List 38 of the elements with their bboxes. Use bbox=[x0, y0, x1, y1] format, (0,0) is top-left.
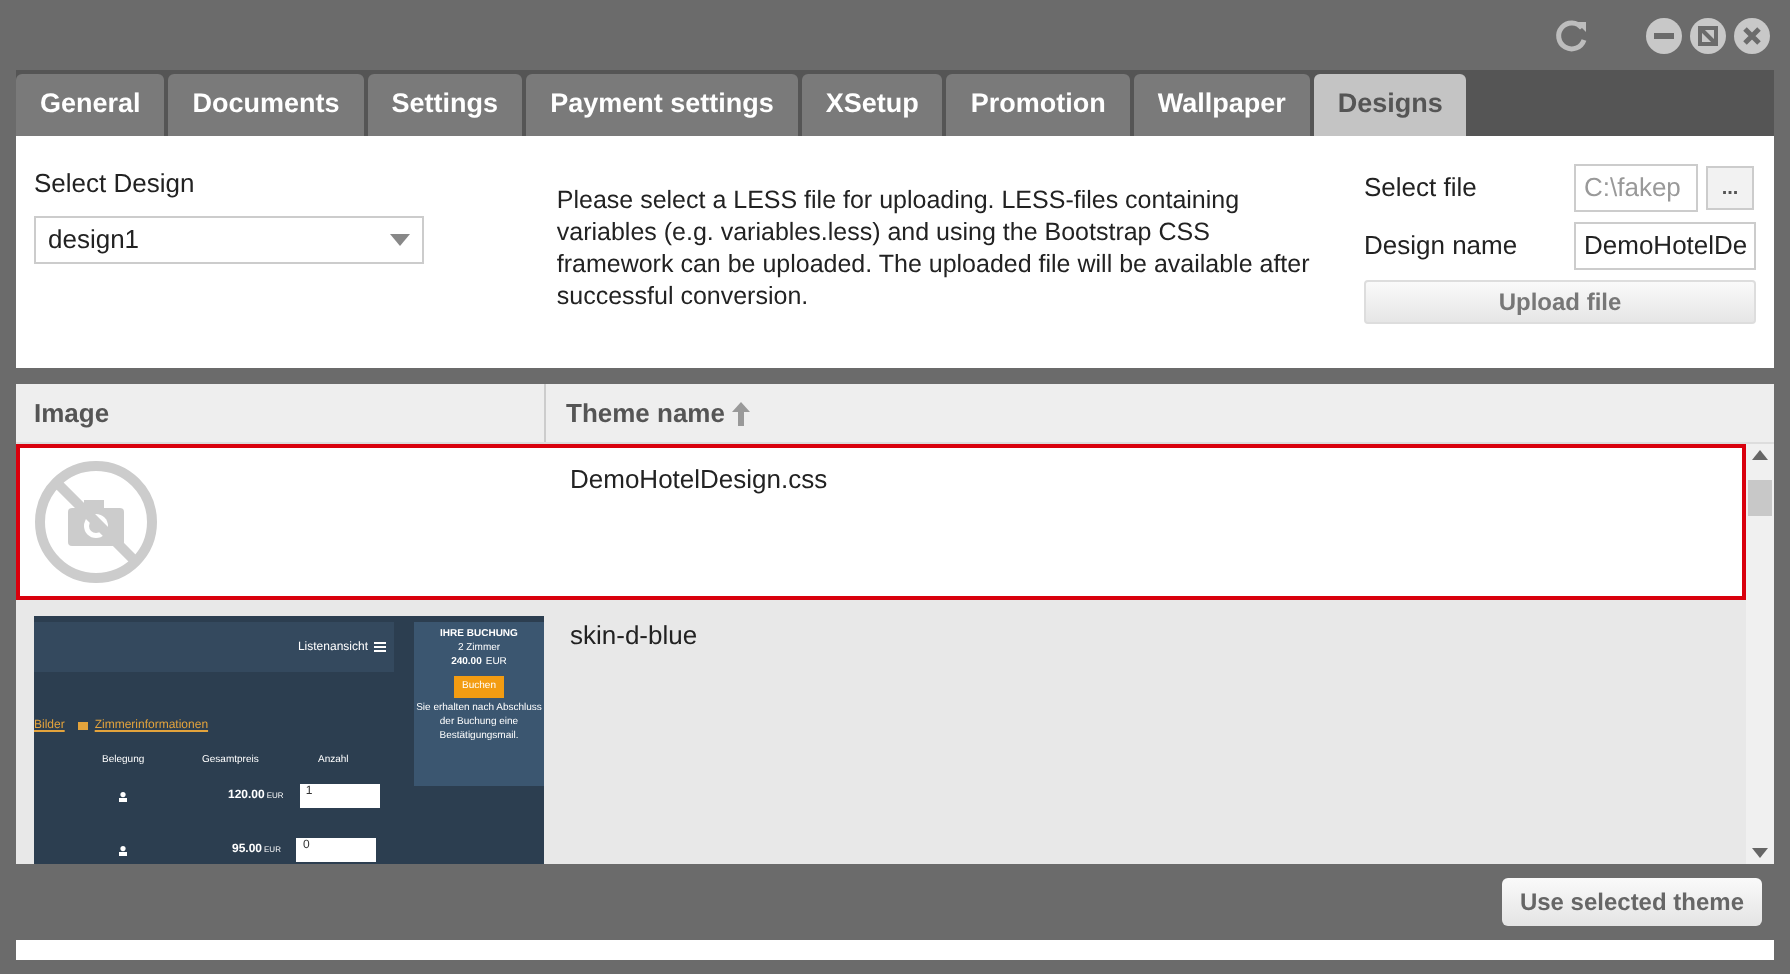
tab[interactable]: General bbox=[16, 74, 165, 136]
table-row[interactable]: DemoHotelDesign.css bbox=[16, 444, 1746, 600]
field-label: Design name bbox=[1364, 228, 1520, 265]
tab[interactable]: Designs bbox=[1313, 74, 1467, 136]
list-icon bbox=[374, 642, 386, 652]
scrollbar-thumb[interactable] bbox=[1748, 480, 1772, 516]
browse-button[interactable]: ... bbox=[1706, 166, 1754, 210]
theme-name: skin-d-blue bbox=[570, 620, 698, 650]
no-image-icon bbox=[34, 460, 158, 584]
caret-icon bbox=[390, 233, 410, 245]
tab[interactable]: Promotion bbox=[946, 74, 1130, 136]
upload-button[interactable]: Upload file bbox=[1364, 280, 1756, 324]
minimize-icon[interactable] bbox=[1646, 17, 1682, 53]
tab[interactable]: Settings bbox=[367, 74, 523, 136]
tab[interactable]: Wallpaper bbox=[1133, 74, 1310, 136]
info-text: Please select a LESS file for uploading. LESS-files containing variables (e.g. variables.less) and using the Bootstrap CSS framework can be uploaded. The uploaded file will be available after successful conversion. bbox=[556, 184, 1312, 314]
close-icon[interactable] bbox=[1734, 17, 1770, 53]
design-dropdown[interactable]: design1 bbox=[34, 215, 424, 263]
restore-icon[interactable] bbox=[1690, 17, 1726, 53]
scrollbar[interactable] bbox=[1746, 444, 1774, 864]
person-icon bbox=[118, 845, 128, 855]
file-path-field[interactable]: C:\fakep bbox=[1574, 164, 1698, 212]
scroll-up-icon[interactable] bbox=[1752, 450, 1768, 460]
tab[interactable]: Documents bbox=[168, 74, 364, 136]
design-name-field[interactable]: DemoHotelDe bbox=[1574, 222, 1756, 270]
use-theme-button[interactable]: Use selected theme bbox=[1501, 878, 1762, 926]
person-icon bbox=[118, 791, 128, 801]
column-header[interactable]: Image bbox=[16, 384, 546, 442]
tab[interactable]: Payment settings bbox=[526, 74, 798, 136]
scroll-down-icon[interactable] bbox=[1752, 848, 1768, 858]
sort-arrow-icon bbox=[732, 401, 751, 425]
field-label: Select Design bbox=[34, 166, 197, 202]
column-header[interactable]: Theme name bbox=[566, 393, 725, 433]
table-row[interactable] bbox=[16, 600, 1746, 864]
tab[interactable]: XSetup bbox=[801, 74, 943, 136]
refresh-icon[interactable] bbox=[1554, 17, 1590, 53]
theme-name: DemoHotelDesign.css bbox=[570, 464, 828, 494]
field-label: Select file bbox=[1364, 170, 1479, 207]
